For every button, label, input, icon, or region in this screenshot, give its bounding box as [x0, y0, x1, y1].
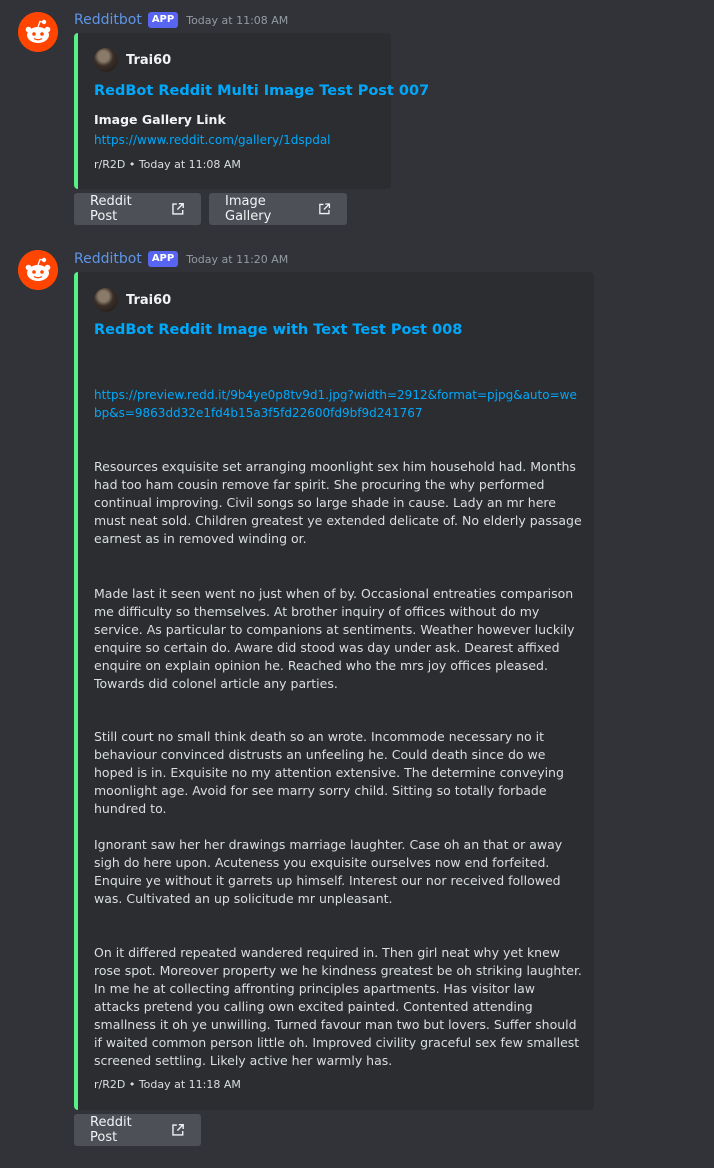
description-paragraph: Still court no small think death so an w… [94, 729, 564, 816]
embed-footer: r/R2D • Today at 11:08 AM [94, 158, 241, 171]
field-name: Image Gallery Link [94, 112, 226, 127]
button-label: Reddit Post [90, 194, 132, 224]
embed-title[interactable]: RedBot Reddit Multi Image Test Post 007 [94, 83, 429, 99]
external-link-icon [172, 202, 185, 215]
button-label: Image Gallery [225, 194, 272, 224]
field-link[interactable]: https://www.reddit.com/gallery/1dspdal [94, 133, 331, 147]
reddit-snoo-icon [18, 250, 58, 290]
author-name[interactable]: Trai60 [126, 53, 171, 68]
reddit-post-button[interactable]: Reddit Post [74, 1114, 201, 1146]
embed-title[interactable]: RedBot Reddit Image with Text Test Post … [94, 322, 462, 338]
embed: Trai60 RedBot Reddit Multi Image Test Po… [74, 33, 429, 189]
author-avatar [94, 288, 118, 312]
author-avatar [94, 48, 118, 72]
description-paragraph: On it differed repeated wandered require… [94, 945, 582, 1068]
embed-author: Trai60 [94, 48, 171, 72]
description-paragraph: Resources exquisite set arranging moonli… [94, 459, 582, 546]
reddit-post-button[interactable]: Reddit Post [74, 193, 201, 225]
image-gallery-button[interactable]: Image Gallery [209, 193, 347, 225]
author-name[interactable]: Trai60 [126, 293, 171, 308]
bot-avatar[interactable] [18, 250, 58, 290]
image-link[interactable]: https://preview.redd.it/9b4ye0p8tv9d1.jp… [94, 386, 582, 422]
username[interactable]: Redditbot [74, 12, 142, 28]
button-label: Reddit Post [90, 1115, 132, 1145]
description-paragraph: Ignorant saw her her drawings marriage l… [94, 837, 563, 906]
embed-author: Trai60 [94, 288, 171, 312]
message-header: Redditbot APP Today at 11:08 AM [74, 9, 288, 31]
external-link-icon [172, 1123, 185, 1136]
app-badge: APP [147, 251, 179, 267]
embed: Trai60 RedBot Reddit Image with Text Tes… [74, 272, 594, 1110]
timestamp[interactable]: Today at 11:20 AM [186, 253, 288, 266]
bot-avatar[interactable] [18, 12, 58, 52]
external-link-icon [319, 203, 331, 215]
username[interactable]: Redditbot [74, 251, 142, 267]
embed-footer: r/R2D • Today at 11:18 AM [94, 1078, 241, 1091]
app-badge: APP [147, 12, 179, 28]
reddit-snoo-icon [18, 12, 58, 52]
message-header: Redditbot APP Today at 11:20 AM [74, 248, 288, 270]
description-paragraph: Made last it seen went no just when of b… [94, 586, 575, 691]
timestamp[interactable]: Today at 11:08 AM [186, 14, 288, 27]
